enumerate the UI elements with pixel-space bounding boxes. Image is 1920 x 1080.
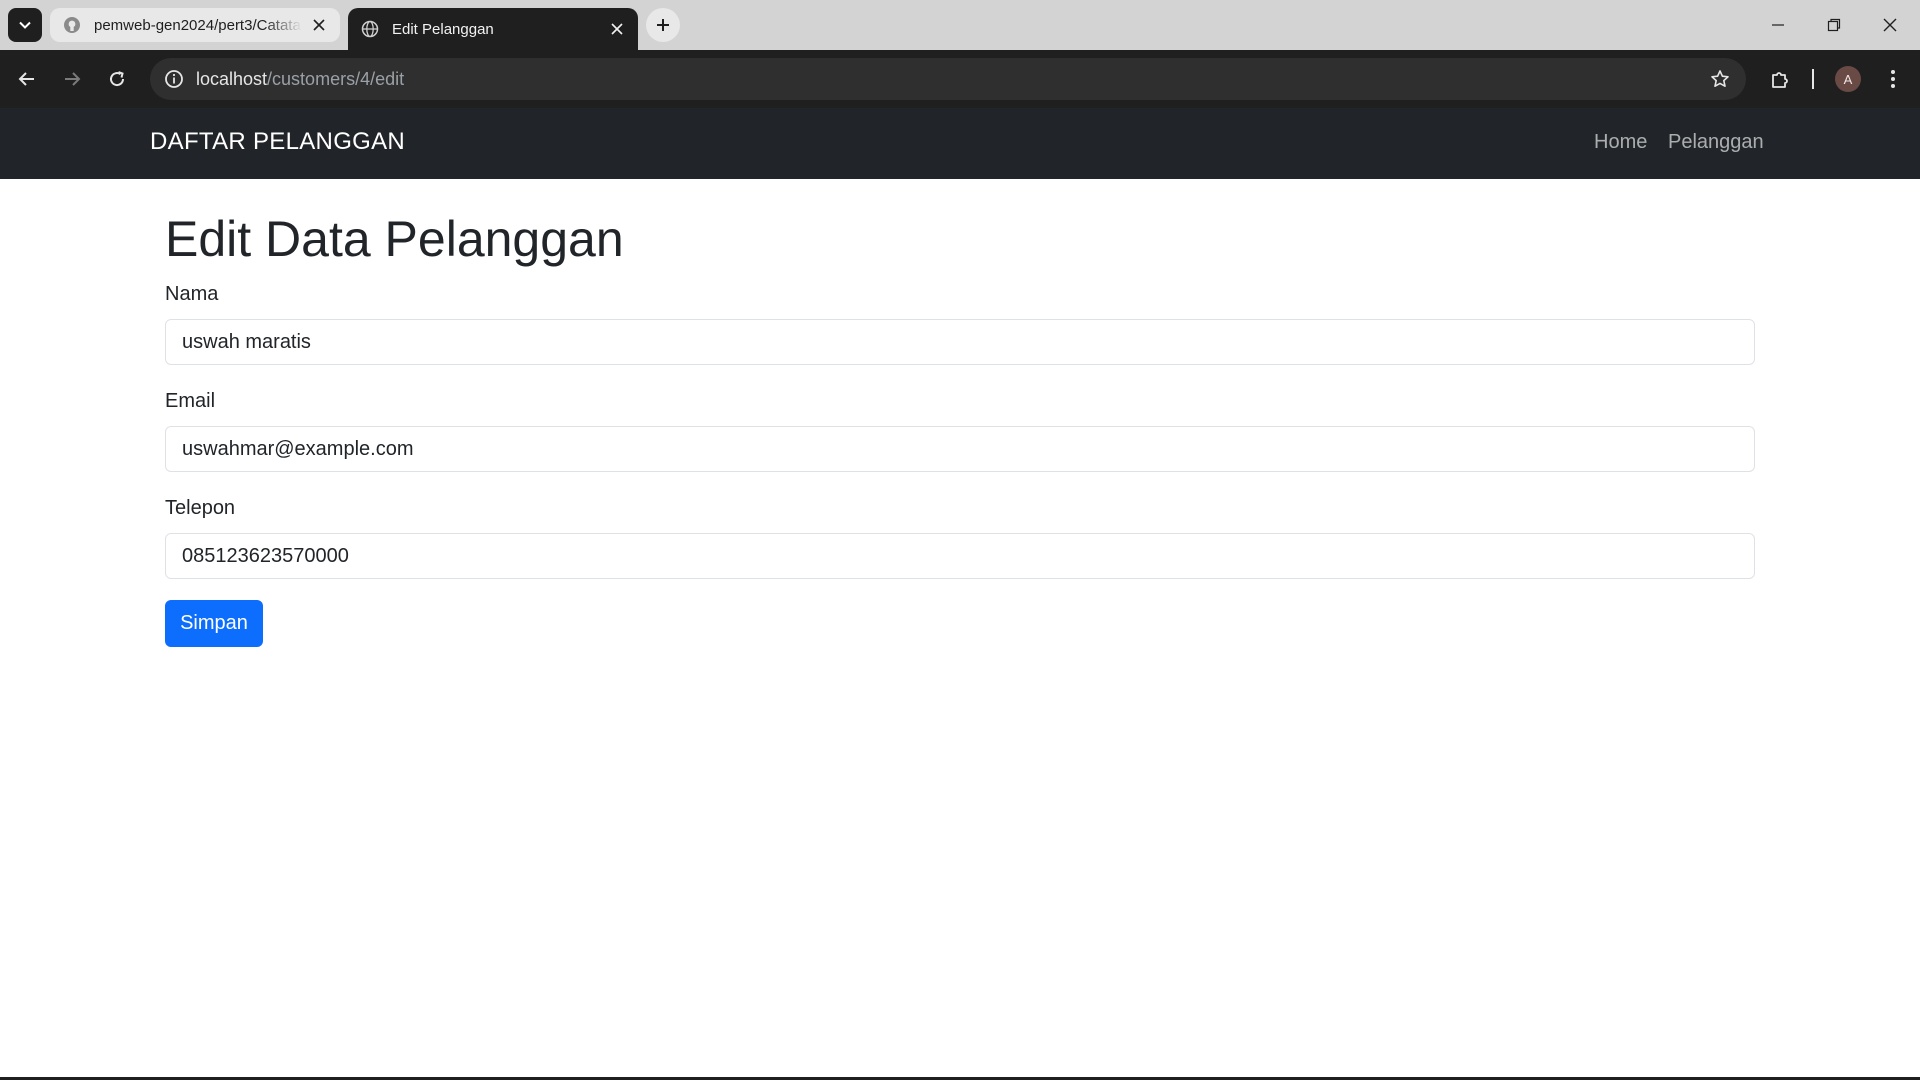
telepon-label: Telepon bbox=[165, 497, 236, 519]
close-tab-icon[interactable] bbox=[608, 20, 626, 38]
nav-link-home[interactable]: Home bbox=[1594, 131, 1647, 154]
close-tab-icon[interactable] bbox=[310, 16, 328, 34]
simpan-button[interactable]: Simpan bbox=[165, 600, 263, 647]
browser-tab-github[interactable]: pemweb-gen2024/pert3/Catatan bbox=[50, 8, 340, 42]
tab-title: Edit Pelanggan bbox=[392, 20, 494, 38]
extensions-button[interactable] bbox=[1762, 60, 1800, 98]
tab-search-button[interactable] bbox=[8, 8, 42, 42]
new-tab-button[interactable] bbox=[646, 8, 680, 42]
restore-icon bbox=[1827, 18, 1841, 32]
site-info-icon[interactable] bbox=[162, 67, 186, 91]
globe-icon bbox=[360, 19, 380, 39]
browser-tab-edit-pelanggan[interactable]: Edit Pelanggan bbox=[348, 8, 638, 50]
minimize-icon bbox=[1772, 24, 1784, 26]
minimize-window-button[interactable] bbox=[1750, 0, 1806, 50]
nama-input[interactable] bbox=[165, 319, 1755, 365]
restore-window-button[interactable] bbox=[1806, 0, 1862, 50]
page-title: Edit Data Pelanggan bbox=[165, 211, 624, 267]
browser-toolbar: localhost/customers/4/edit A bbox=[0, 50, 1920, 108]
reload-button[interactable] bbox=[98, 60, 136, 98]
github-icon bbox=[62, 15, 82, 35]
browser-menu-button[interactable] bbox=[1874, 60, 1912, 98]
navbar-brand[interactable]: DAFTAR PELANGGAN bbox=[150, 128, 405, 156]
kebab-menu-icon bbox=[1891, 70, 1895, 88]
chevron-down-icon bbox=[19, 21, 31, 29]
tab-title: pemweb-gen2024/pert3/Catatan bbox=[94, 16, 302, 34]
bookmark-star-icon[interactable] bbox=[1708, 67, 1732, 91]
url-text: localhost/customers/4/edit bbox=[196, 69, 404, 90]
close-icon bbox=[1883, 18, 1897, 32]
email-input[interactable] bbox=[165, 426, 1755, 472]
site-navbar: DAFTAR PELANGGAN Home Pelanggan bbox=[0, 108, 1920, 179]
telepon-input[interactable] bbox=[165, 533, 1755, 579]
nav-link-pelanggan[interactable]: Pelanggan bbox=[1668, 131, 1764, 154]
address-bar[interactable]: localhost/customers/4/edit bbox=[150, 58, 1746, 100]
url-path: /customers/4/edit bbox=[267, 68, 405, 89]
arrow-right-icon bbox=[65, 72, 81, 86]
nama-label: Nama bbox=[165, 283, 219, 305]
profile-avatar[interactable]: A bbox=[1835, 66, 1861, 92]
toolbar-divider bbox=[1812, 69, 1814, 89]
arrow-left-icon bbox=[18, 72, 34, 86]
browser-tab-strip: pemweb-gen2024/pert3/Catatan Edit Pelang… bbox=[0, 0, 1920, 50]
reload-icon bbox=[110, 71, 125, 87]
back-button[interactable] bbox=[8, 60, 46, 98]
close-window-button[interactable] bbox=[1862, 0, 1918, 50]
forward-button[interactable] bbox=[53, 60, 91, 98]
plus-icon bbox=[657, 19, 669, 31]
url-host: localhost bbox=[196, 68, 268, 89]
email-label: Email bbox=[165, 390, 216, 412]
puzzle-icon bbox=[1772, 72, 1788, 88]
